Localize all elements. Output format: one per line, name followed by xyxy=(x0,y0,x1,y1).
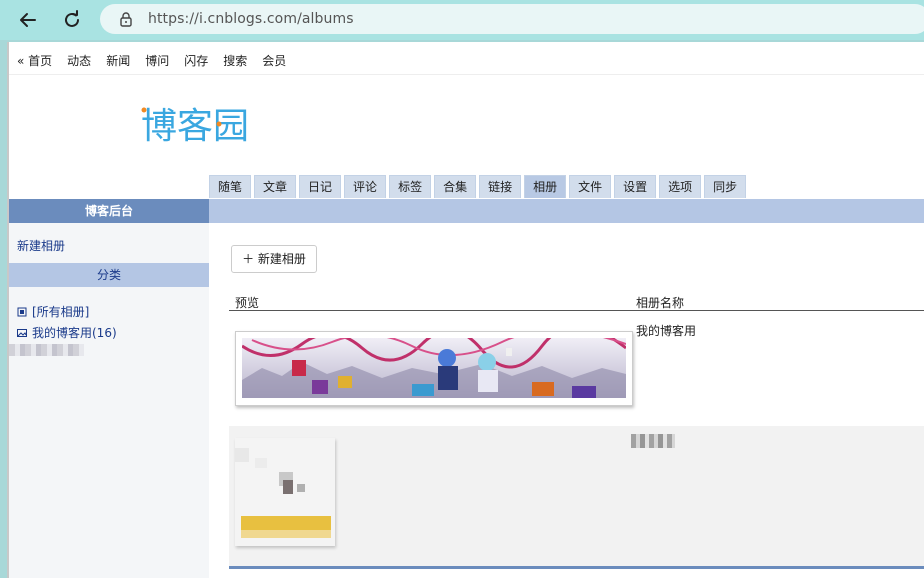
top-nav-search[interactable]: 搜索 xyxy=(223,52,247,69)
tab-options[interactable]: 选项 xyxy=(659,175,702,198)
sidebar-new-album-link[interactable]: 新建相册 xyxy=(17,237,65,254)
tab-comments[interactable]: 评论 xyxy=(344,175,387,198)
tab-collections[interactable]: 合集 xyxy=(434,175,477,198)
album-name[interactable]: 我的博客用 xyxy=(636,322,696,339)
image-icon xyxy=(17,328,27,337)
column-header-preview: 预览 xyxy=(235,296,260,310)
album-thumbnail[interactable] xyxy=(235,438,335,546)
sidebar-category-header: 分类 xyxy=(9,263,209,287)
back-icon[interactable] xyxy=(14,6,42,34)
address-bar[interactable]: https://i.cnblogs.com/albums xyxy=(100,4,924,34)
tab-sync[interactable]: 同步 xyxy=(704,175,747,198)
sidebar-header: 博客后台 xyxy=(9,199,209,223)
blurred-category xyxy=(9,344,84,356)
tab-articles[interactable]: 文章 xyxy=(254,175,297,198)
tab-tags[interactable]: 标签 xyxy=(389,175,432,198)
category-label: [所有相册] xyxy=(32,305,90,319)
lock-icon xyxy=(120,12,132,27)
category-label: 我的博客用(16) xyxy=(32,326,117,340)
page: « 首页 动态 新闻 博问 闪存 搜索 会员 博客园 随笔 文章 日记 评论 标… xyxy=(7,42,924,578)
top-nav-flash[interactable]: 闪存 xyxy=(184,52,208,69)
top-nav-home[interactable]: « 首页 xyxy=(17,52,52,69)
tab-content-bar xyxy=(209,199,924,223)
top-nav-activity[interactable]: 动态 xyxy=(67,52,91,69)
tab-files[interactable]: 文件 xyxy=(569,175,612,198)
album-name-blurred xyxy=(631,434,675,448)
logo-text: 博客园 xyxy=(141,106,249,146)
tab-settings[interactable]: 设置 xyxy=(614,175,657,198)
tab-diary[interactable]: 日记 xyxy=(299,175,342,198)
top-nav-questions[interactable]: 博问 xyxy=(145,52,169,69)
tab-links[interactable]: 链接 xyxy=(479,175,522,198)
reload-icon[interactable] xyxy=(58,6,86,34)
browser-toolbar: https://i.cnblogs.com/albums xyxy=(0,0,924,40)
table-header-divider xyxy=(229,310,924,311)
album-thumbnail[interactable] xyxy=(235,331,633,406)
url-text: https://i.cnblogs.com/albums xyxy=(148,11,354,27)
album-cover-image xyxy=(242,338,626,398)
admin-tabs: 随笔 文章 日记 评论 标签 合集 链接 相册 文件 设置 选项 同步 xyxy=(209,175,749,198)
album-icon xyxy=(17,307,27,316)
divider xyxy=(9,74,924,75)
top-nav-news[interactable]: 新闻 xyxy=(106,52,130,69)
album-cover-image-blurred xyxy=(235,438,335,546)
category-all-albums[interactable]: [所有相册] xyxy=(17,303,89,320)
category-my-blog[interactable]: 我的博客用(16) xyxy=(17,324,117,341)
tab-posts[interactable]: 随笔 xyxy=(209,175,252,198)
column-header-name: 相册名称 xyxy=(636,296,685,310)
table-bottom-border xyxy=(229,566,924,569)
sidebar: 博客后台 新建相册 分类 [所有相册] 我的博客用(16) xyxy=(9,199,209,578)
top-nav-member[interactable]: 会员 xyxy=(262,52,286,69)
top-nav: « 首页 动态 新闻 博问 闪存 搜索 会员 xyxy=(17,52,301,69)
new-album-button[interactable]: ＋ 新建相册 xyxy=(231,245,317,273)
tab-albums[interactable]: 相册 xyxy=(524,175,567,198)
cnblogs-logo[interactable]: 博客园 xyxy=(139,100,269,146)
